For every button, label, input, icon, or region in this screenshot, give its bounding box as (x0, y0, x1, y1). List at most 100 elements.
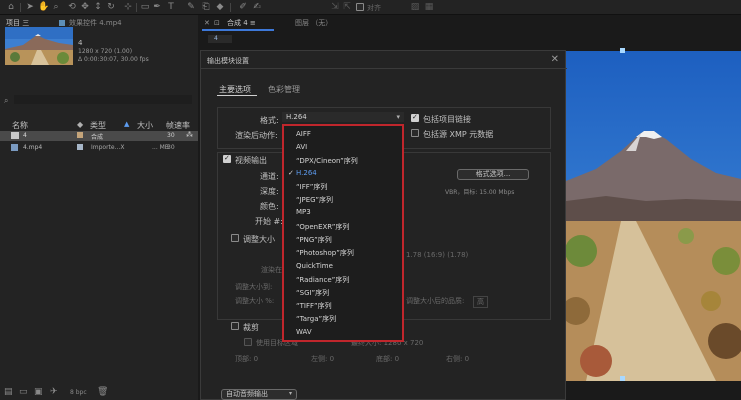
format-option-aiff[interactable]: AIFF (296, 130, 311, 138)
footage-icon (11, 144, 18, 151)
format-option-png[interactable]: “PNG”序列 (296, 235, 332, 245)
channels-label: 通道: (260, 172, 279, 181)
sort-arrow-icon[interactable]: ▲ (124, 120, 129, 128)
brush-tool-icon[interactable]: ✎ (186, 2, 196, 12)
trash-icon[interactable]: 🗑 (97, 387, 108, 397)
check-icon: ✓ (288, 169, 294, 177)
video-output-label: 视频输出 (235, 156, 267, 165)
eraser-tool-icon[interactable]: ◆ (215, 2, 225, 12)
row-type: 合成 (91, 134, 104, 141)
format-option-h264[interactable]: H.264 (296, 169, 317, 177)
tab-color-management[interactable]: 色彩管理 (268, 84, 300, 95)
col-name[interactable]: 名称 (12, 120, 28, 131)
project-bottom-bar: ▤ ▭ ▣ ✈ 8 bpc 🗑 (0, 385, 198, 400)
axis-world-icon[interactable]: ⇱ (342, 2, 352, 12)
home-icon[interactable]: ⌂ (6, 2, 16, 12)
snap-options-icon[interactable]: ▨ (410, 2, 420, 12)
tab-main-options[interactable]: 主要选项 (219, 84, 251, 95)
audio-output-select[interactable]: 自动音频输出 (221, 389, 297, 400)
interpret-footage-icon[interactable]: ▤ (4, 387, 13, 397)
orbit-camera-icon[interactable]: ⟲ (67, 2, 77, 12)
new-composition-icon[interactable]: ▣ (34, 387, 43, 397)
snap-feature-icon[interactable]: ▦ (424, 2, 434, 12)
composition-icon (11, 132, 19, 139)
row-fps: 30 (167, 132, 175, 139)
roto-brush-icon[interactable]: ✐ (238, 2, 248, 12)
post-render-label: 渲染后动作: (235, 131, 278, 140)
format-value: H.264 (286, 113, 307, 121)
crop-bottom: 底部: 0 (376, 355, 400, 363)
tab-composition[interactable]: 合成 4 ≡ (227, 18, 256, 28)
format-option-tiff[interactable]: “TIFF”序列 (296, 301, 332, 311)
bpc-button[interactable]: 8 bpc (70, 389, 87, 396)
crop-checkbox[interactable] (231, 322, 239, 330)
format-options-button[interactable]: 格式选项... (457, 169, 529, 180)
new-folder-icon[interactable]: ▭ (19, 387, 28, 397)
rotate-tool-icon[interactable]: ↻ (106, 2, 116, 12)
resize-pct-label: 调整大小 %: (235, 297, 275, 305)
tab-layer[interactable]: 图层 （无） (295, 18, 332, 28)
snap-checkbox[interactable] (356, 3, 364, 11)
crop-left: 左侧: 0 (311, 355, 335, 363)
format-option-radiance[interactable]: “Radiance”序列 (296, 275, 349, 285)
rectangle-tool-icon[interactable]: ▭ (140, 2, 150, 12)
format-option-sgi[interactable]: “SGI”序列 (296, 288, 329, 298)
format-option-photoshop[interactable]: “Photoshop”序列 (296, 248, 354, 258)
layer-handle[interactable] (620, 48, 625, 53)
format-select[interactable]: H.264 ▾ (282, 112, 404, 122)
resize-to-label: 调整大小到: (235, 283, 273, 291)
pen-tool-icon[interactable]: ✒ (152, 2, 162, 12)
flowchart-icon[interactable]: ⁂ (186, 131, 193, 139)
type-tool-icon[interactable]: T (166, 2, 176, 12)
format-option-wav[interactable]: WAV (296, 328, 312, 336)
format-option-avi[interactable]: AVI (296, 143, 307, 151)
close-icon[interactable]: ✕ (551, 54, 559, 65)
label-color-icon (77, 144, 83, 150)
adjust-settings-icon[interactable]: ✈ (50, 387, 58, 397)
toolbar: ⌂ ➤ ✋ ⌕ ⟲ ✥ ↕ ↻ ⊹ ▭ ✒ T ✎ ⎗ ◆ ✐ ✍ ⇲ ⇱ 对齐… (0, 0, 741, 15)
project-thumbnail (5, 27, 73, 65)
use-roi-checkbox[interactable] (244, 338, 252, 346)
puppet-pin-icon[interactable]: ✍ (252, 2, 262, 12)
pan-camera-icon[interactable]: ✥ (80, 2, 90, 12)
tab-effect-controls[interactable]: 效果控件 4.mp4 (69, 18, 122, 28)
format-option-quicktime[interactable]: QuickTime (296, 262, 333, 270)
format-option-dpx[interactable]: “DPX/Cineon”序列 (296, 156, 358, 166)
depth-label: 深度: (260, 187, 279, 196)
effects-icon (59, 20, 65, 26)
label-tag-icon[interactable]: ◆ (77, 120, 83, 129)
dolly-camera-icon[interactable]: ↕ (93, 2, 103, 12)
clone-stamp-icon[interactable]: ⎗ (201, 2, 211, 12)
anchor-tool-icon[interactable]: ⊹ (123, 2, 133, 12)
crop-top: 顶部: 0 (235, 355, 259, 363)
comp-breadcrumb[interactable]: 4 (208, 35, 232, 43)
col-type[interactable]: 类型 (90, 120, 106, 131)
resize-checkbox[interactable] (231, 234, 239, 242)
close-icon[interactable]: ✕ (204, 19, 210, 27)
include-project-link-checkbox[interactable] (411, 113, 419, 122)
snap-label: 对齐 (367, 4, 381, 12)
layer-handle[interactable] (620, 376, 625, 381)
axis-local-icon[interactable]: ⇲ (330, 2, 340, 12)
selection-tool-icon[interactable]: ➤ (25, 2, 35, 12)
resize-quality-label: 调整大小后的品质: (406, 297, 465, 305)
format-option-iff[interactable]: “IFF”序列 (296, 182, 327, 192)
table-row[interactable]: 4 合成 30 ⁂ (0, 131, 198, 141)
lock-icon[interactable]: ⊡ (214, 19, 220, 27)
table-row[interactable]: 4.mp4 Importe...X ... MB 30 (0, 143, 198, 153)
include-project-link-label: 包括项目链接 (423, 115, 471, 124)
video-output-checkbox[interactable] (223, 154, 231, 163)
zoom-tool-icon[interactable]: ⌕ (51, 2, 61, 12)
resize-quality-select[interactable]: 高 (473, 296, 488, 308)
crop-label: 裁剪 (243, 323, 259, 332)
project-search-input[interactable] (14, 95, 192, 104)
col-framerate[interactable]: 帧速率 (166, 120, 190, 131)
include-xmp-checkbox[interactable] (411, 129, 419, 137)
format-option-openexr[interactable]: “OpenEXR”序列 (296, 222, 349, 232)
format-option-jpeg[interactable]: “JPEG”序列 (296, 195, 333, 205)
project-panel: 项目 三 效果控件 4.mp4 (0, 15, 198, 400)
format-option-mp3[interactable]: MP3 (296, 208, 311, 216)
hand-tool-icon[interactable]: ✋ (38, 2, 49, 12)
col-size[interactable]: 大小 (137, 120, 153, 131)
format-option-targa[interactable]: “Targa”序列 (296, 314, 336, 324)
